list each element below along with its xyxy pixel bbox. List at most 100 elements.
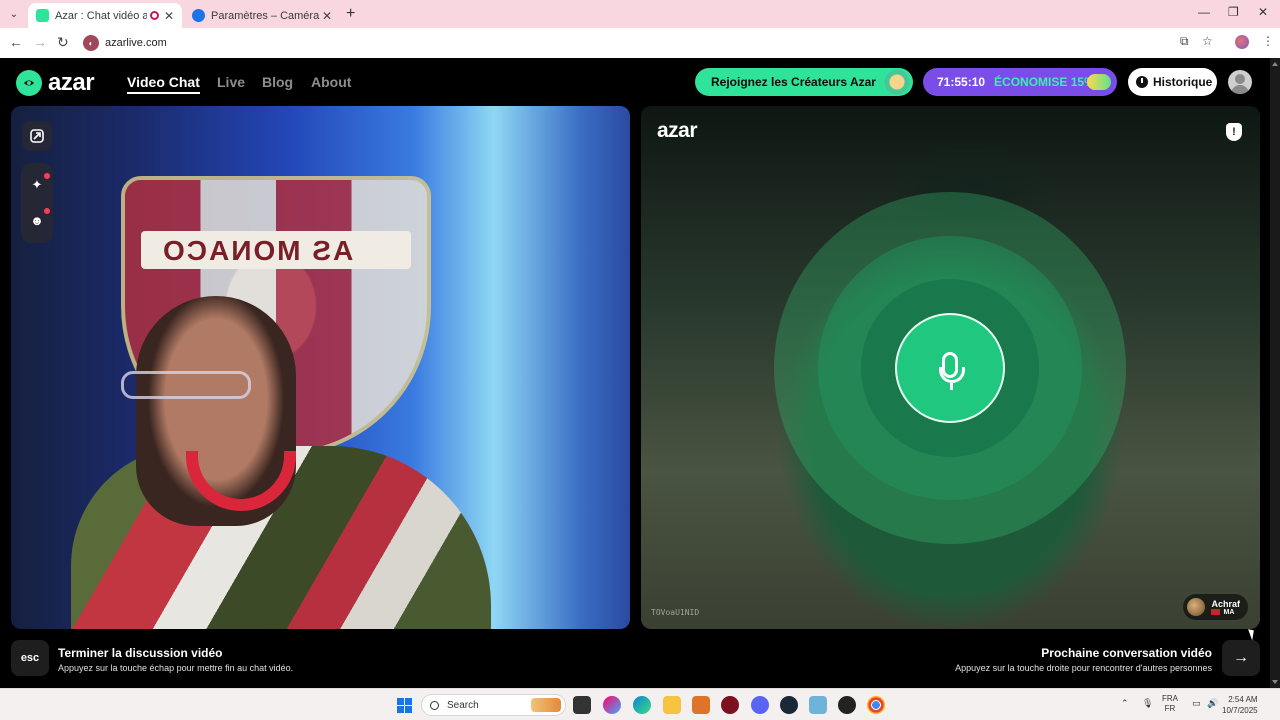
- next-chat-button[interactable]: →: [1222, 640, 1260, 676]
- url-text: azarlive.com: [105, 37, 167, 49]
- azar-logo[interactable]: azar: [16, 69, 95, 97]
- peer-avatar: [1187, 598, 1206, 616]
- reload-icon[interactable]: ↻: [57, 34, 69, 51]
- creators-illustration-icon: [873, 68, 913, 96]
- site-info-icon[interactable]: ◐: [83, 35, 99, 51]
- search-placeholder: Search: [447, 699, 479, 711]
- minimize-icon[interactable]: —: [1198, 5, 1210, 19]
- windows-taskbar: Search ⌃ 🎙 FRA FR ▭ 🔊 2:54 AM 10/7/2025: [0, 688, 1280, 720]
- nav-video-chat[interactable]: Video Chat: [127, 74, 200, 94]
- crest-text: AS MONACO: [161, 235, 354, 266]
- tab-title: Paramètres – Caméra: [211, 9, 320, 22]
- menu-kebab-icon[interactable]: ⋮: [1262, 34, 1274, 48]
- forward-icon[interactable]: →: [33, 34, 47, 50]
- microphone-icon: [895, 313, 1005, 423]
- notification-dot: [44, 173, 50, 179]
- bookmark-star-icon[interactable]: ☆: [1202, 34, 1213, 48]
- back-icon[interactable]: ←: [9, 34, 23, 50]
- settings-gear-icon: [192, 9, 205, 22]
- history-clock-icon: [1136, 76, 1148, 88]
- promo-discount: ÉCONOMISE 15%: [994, 75, 1095, 89]
- search-icon: [430, 700, 439, 710]
- logo-text: azar: [48, 69, 95, 96]
- end-chat-esc-button[interactable]: esc: [11, 640, 49, 676]
- app-icon[interactable]: [809, 696, 827, 714]
- microphone-tray-icon[interactable]: 🎙: [1142, 698, 1153, 709]
- close-tab-icon[interactable]: ✕: [164, 9, 174, 23]
- tab-camera-settings[interactable]: Paramètres – Caméra ✕: [184, 3, 340, 28]
- report-shield-icon[interactable]: !: [1226, 123, 1242, 141]
- network-icon[interactable]: ▭: [1192, 698, 1201, 709]
- session-id: TOVoaU1NID: [651, 608, 700, 617]
- collapse-video-button[interactable]: [22, 121, 52, 151]
- search-highlight-icon: [531, 698, 561, 712]
- steam-icon[interactable]: [780, 696, 798, 714]
- address-bar: ← → ↻ ◐ azarlive.com: [0, 28, 1280, 58]
- gems-icon: [1087, 74, 1111, 90]
- windows-start-icon[interactable]: [397, 698, 412, 713]
- language-indicator[interactable]: FRA FR: [1162, 694, 1178, 714]
- app-icon[interactable]: [838, 696, 856, 714]
- taskbar-search[interactable]: Search: [421, 694, 566, 716]
- close-tab-icon[interactable]: ✕: [322, 9, 332, 23]
- face-mask-icon[interactable]: ☻: [28, 211, 46, 229]
- copilot-icon[interactable]: [603, 696, 621, 714]
- app-icon[interactable]: [721, 696, 739, 714]
- nav-blog[interactable]: Blog: [262, 74, 293, 90]
- close-window-icon[interactable]: ✕: [1258, 5, 1268, 19]
- nav-about[interactable]: About: [311, 74, 351, 90]
- scroll-up-icon[interactable]: [1272, 62, 1278, 66]
- morocco-flag-icon: [1211, 609, 1221, 615]
- nav-live[interactable]: Live: [217, 74, 245, 90]
- page-scrollbar[interactable]: [1270, 58, 1280, 688]
- tab-title: Azar : Chat vidéo avec de n: [55, 9, 147, 22]
- volume-icon[interactable]: 🔊: [1207, 698, 1218, 709]
- peer-badge[interactable]: Achraf MA: [1183, 594, 1248, 620]
- lang-primary: FRA: [1162, 694, 1178, 703]
- azar-favicon-icon: [36, 9, 49, 22]
- sparkle-effects-icon[interactable]: ✦: [28, 176, 46, 194]
- install-app-icon[interactable]: ⧉: [1180, 34, 1189, 49]
- tab-azar[interactable]: Azar : Chat vidéo avec de n ✕: [28, 3, 182, 28]
- task-view-icon[interactable]: [573, 696, 591, 714]
- peer-country: MA: [1211, 609, 1240, 616]
- history-label: Historique: [1153, 75, 1213, 89]
- url-field[interactable]: ◐ azarlive.com: [80, 31, 1220, 55]
- tray-chevron-icon[interactable]: ⌃: [1121, 698, 1129, 709]
- browser-tab-strip: ⌄ Azar : Chat vidéo avec de n ✕ Paramètr…: [0, 0, 1280, 28]
- scroll-down-icon[interactable]: [1272, 680, 1278, 684]
- system-clock[interactable]: 2:54 AM 10/7/2025: [1222, 694, 1258, 716]
- new-tab-button[interactable]: +: [346, 5, 355, 23]
- join-creators-button[interactable]: Rejoignez les Créateurs Azar: [695, 68, 913, 96]
- profile-avatar-icon[interactable]: [1235, 35, 1249, 49]
- app-icon[interactable]: [692, 696, 710, 714]
- notification-dot: [44, 208, 50, 214]
- join-creators-label: Rejoignez les Créateurs Azar: [711, 75, 876, 89]
- recording-icon: [149, 11, 159, 20]
- tab-search-dropdown-icon[interactable]: ⌄: [4, 4, 24, 24]
- clock-time: 2:54 AM: [1228, 695, 1258, 704]
- end-chat-hint: Appuyez sur la touche échap pour mettre …: [58, 663, 294, 673]
- next-chat-title: Prochaine conversation vidéo: [1041, 646, 1212, 660]
- promo-timer: 71:55:10: [937, 75, 986, 89]
- end-chat-title: Terminer la discussion vidéo: [58, 646, 223, 660]
- azar-page: azar Video Chat Live Blog About Rejoigne…: [0, 58, 1270, 688]
- remote-video-feed: azar ! TOVoaU1NID Achraf MA: [641, 106, 1260, 629]
- peer-name: Achraf: [1211, 598, 1240, 609]
- collapse-icon: [30, 129, 44, 143]
- discord-icon[interactable]: [751, 696, 769, 714]
- file-explorer-icon[interactable]: [663, 696, 681, 714]
- local-video-feed: AS MONACO: [11, 106, 630, 629]
- azar-logo-icon: [16, 70, 42, 96]
- mouse-cursor-icon: [1248, 627, 1257, 641]
- promo-button[interactable]: 71:55:10 ÉCONOMISE 15%: [923, 68, 1117, 96]
- restore-icon[interactable]: ❐: [1228, 5, 1239, 19]
- clock-date: 10/7/2025: [1222, 706, 1258, 715]
- edge-icon[interactable]: [633, 696, 651, 714]
- history-button[interactable]: Historique: [1128, 68, 1217, 96]
- chrome-icon[interactable]: [867, 696, 885, 714]
- lang-secondary: FR: [1164, 704, 1176, 713]
- azar-watermark: azar: [657, 119, 698, 142]
- glasses: [121, 371, 251, 399]
- user-avatar[interactable]: [1228, 70, 1252, 94]
